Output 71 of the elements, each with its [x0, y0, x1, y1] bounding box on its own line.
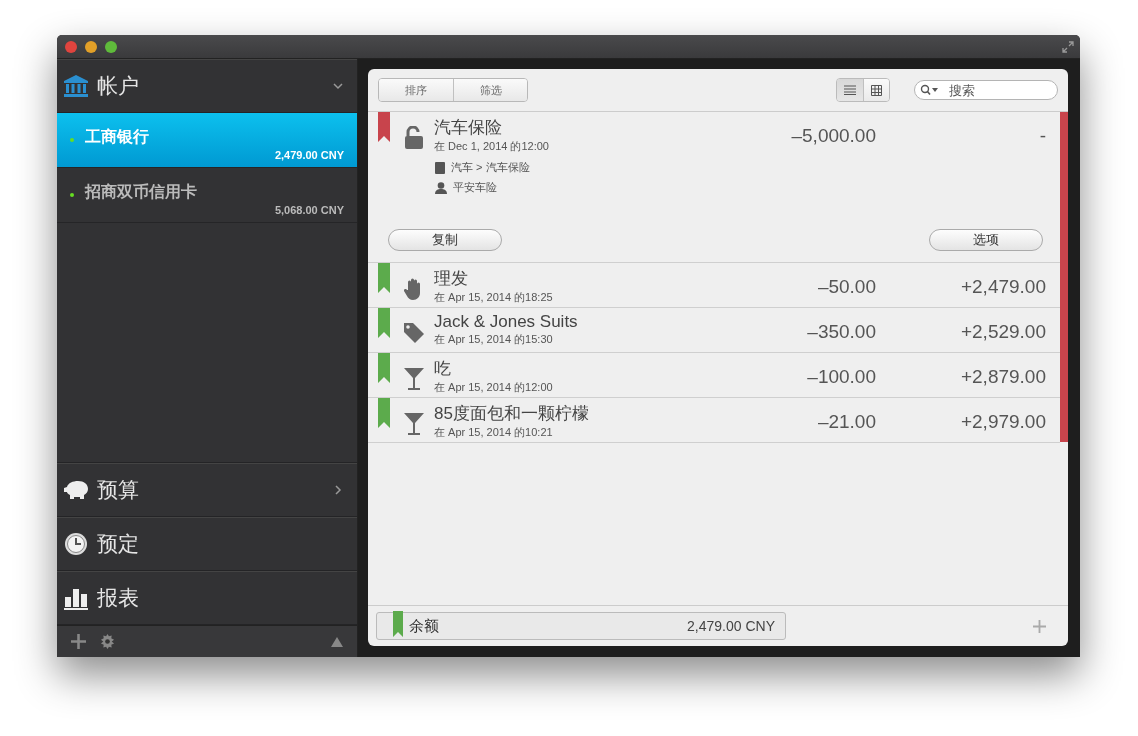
account-name: 招商双币信用卡 — [85, 182, 198, 202]
grid-view-icon — [871, 84, 882, 96]
transaction-title: 汽车保险 — [434, 117, 503, 139]
list-view-icon — [844, 85, 856, 95]
person-icon — [435, 181, 447, 194]
amount: –350.00 — [806, 320, 876, 343]
transaction-row[interactable]: 汽车保险 在 Dec 1, 2014 的12:00 –5,000.00 - 汽车 > 汽车保险 平安车险 复制 选项 — [368, 112, 1060, 263]
action-button[interactable]: 复制 — [388, 229, 502, 251]
amount: –100.00 — [806, 365, 876, 388]
toolbar-button[interactable]: 筛选 — [453, 79, 527, 101]
search-field[interactable]: 搜索 — [914, 80, 1058, 100]
unlocked-padlock-icon — [404, 126, 424, 150]
running-balance: +2,479.00 — [959, 275, 1046, 298]
toolbar-button[interactable]: 排序 — [379, 79, 453, 101]
amount: –21.00 — [816, 410, 876, 433]
view-toggle[interactable] — [863, 79, 889, 101]
account-balance: 5,068.00 CNY — [274, 204, 344, 216]
balance-amount: 2,479.00 CNY — [687, 618, 775, 634]
sidebar-section[interactable]: 预算 — [57, 463, 357, 517]
clock-icon — [63, 532, 89, 556]
transaction-row[interactable]: 吃 在 Apr 15, 2014 的12:00 –100.00 +2,879.00 — [368, 353, 1060, 398]
transaction-date: 在 Dec 1, 2014 的12:00 — [434, 139, 550, 154]
price-tag-icon — [403, 322, 425, 344]
close-button[interactable] — [65, 40, 77, 53]
cocktail-glass-icon — [404, 412, 424, 436]
book-icon — [435, 161, 445, 174]
add-icon[interactable] — [1033, 619, 1046, 633]
transaction-row[interactable]: 85度面包和一颗柠檬 在 Apr 15, 2014 的10:21 –21.00 +2,979.00 — [368, 398, 1060, 443]
cocktail-glass-icon — [404, 367, 424, 391]
running-balance: +2,529.00 — [959, 320, 1046, 343]
transaction-title: Jack & Jones Suits — [434, 312, 579, 332]
sidebar-section[interactable]: 预定 — [57, 517, 357, 571]
zoom-button[interactable] — [105, 40, 117, 53]
settings-icon[interactable] — [100, 634, 115, 649]
transaction-row[interactable]: 理发 在 Apr 15, 2014 的18:25 –50.00 +2,479.00 — [368, 263, 1060, 308]
search-icon[interactable] — [920, 84, 940, 96]
account-balance: 2,479.00 CNY — [274, 149, 344, 161]
chevron-icon[interactable] — [333, 485, 343, 495]
add-icon[interactable] — [71, 634, 86, 649]
transaction-title: 85度面包和一颗柠檬 — [434, 403, 590, 425]
accounts-header[interactable]: 帐户 — [57, 59, 357, 113]
piggy-bank-icon — [63, 478, 89, 502]
bank-icon — [63, 74, 89, 98]
section-title: 预定 — [97, 531, 139, 557]
collapse-icon[interactable] — [331, 636, 343, 647]
minimize-button[interactable] — [85, 40, 97, 53]
amount: –50.00 — [816, 275, 876, 298]
category-path: 汽车 > 汽车保险 — [451, 160, 530, 175]
running-balance: +2,979.00 — [959, 410, 1046, 433]
account-name: 工商银行 — [85, 127, 150, 147]
section-title: 预算 — [97, 477, 139, 503]
running-balance: +2,879.00 — [959, 365, 1046, 388]
account-item[interactable]: 招商双币信用卡 5,068.00 CNY — [57, 168, 357, 223]
fullscreen-icon[interactable] — [1062, 40, 1074, 53]
payee-name: 平安车险 — [453, 180, 497, 195]
transaction-date: 在 Apr 15, 2014 的18:25 — [434, 290, 554, 305]
balance-label: 余额 — [409, 616, 439, 636]
section-title: 报表 — [97, 585, 139, 611]
transaction-row[interactable]: Jack & Jones Suits 在 Apr 15, 2014 的15:30 –350.00 +2,529.00 — [368, 308, 1060, 353]
running-balance: - — [1038, 124, 1046, 147]
section-title: 帐户 — [97, 73, 139, 99]
amount: –5,000.00 — [790, 124, 876, 147]
view-toggle[interactable] — [837, 79, 863, 101]
transaction-date: 在 Apr 15, 2014 的12:00 — [434, 380, 554, 395]
transaction-date: 在 Apr 15, 2014 的15:30 — [434, 332, 554, 347]
transaction-title: 吃 — [434, 358, 452, 380]
transaction-date: 在 Apr 15, 2014 的10:21 — [434, 425, 554, 440]
chevron-icon[interactable] — [333, 81, 343, 91]
transaction-title: 理发 — [434, 268, 469, 290]
bar-chart-icon — [63, 586, 89, 610]
action-button[interactable]: 选项 — [929, 229, 1043, 251]
